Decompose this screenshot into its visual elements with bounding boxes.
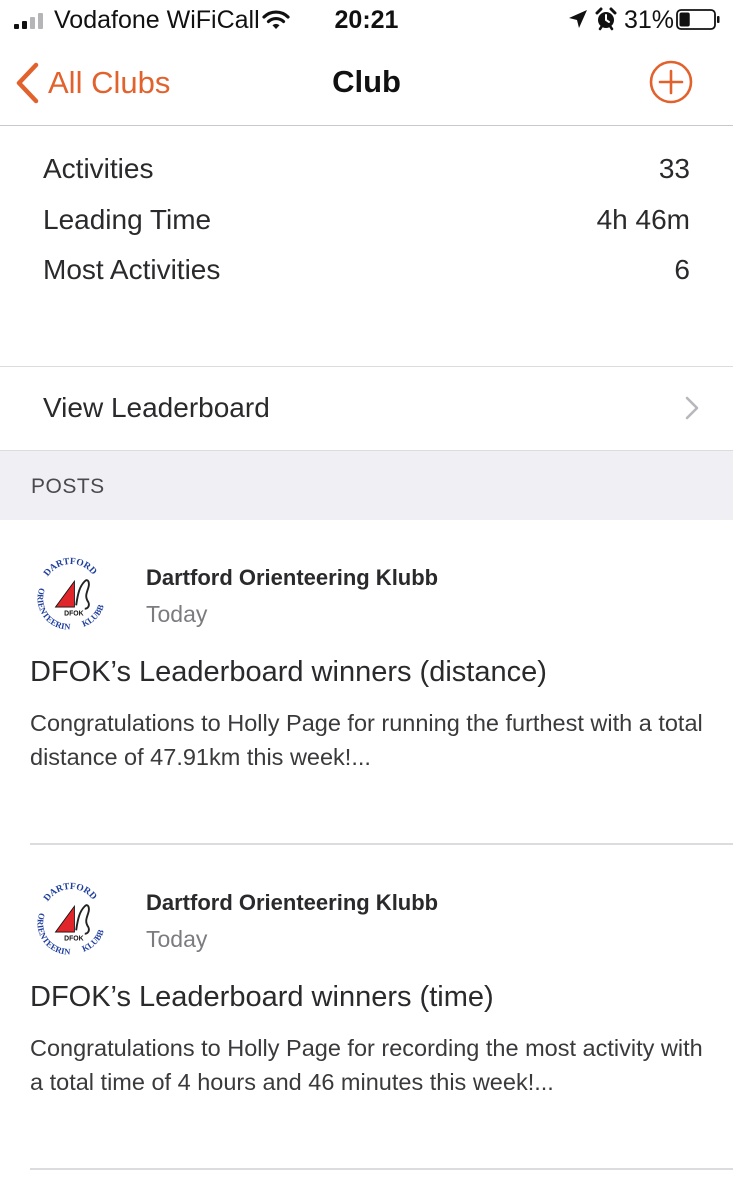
logo-horse-icon [75, 904, 90, 935]
view-leaderboard-row[interactable]: View Leaderboard [0, 367, 733, 451]
carrier-name: Vodafone WiFiCall [54, 6, 260, 34]
post-card[interactable]: DARTFORD ORIENTEERING KLUBB DFOK Dartfor… [0, 845, 733, 1168]
battery-percent: 31% [624, 6, 675, 34]
plus-circle-icon[interactable] [648, 59, 694, 105]
post-title: DFOK’s Leaderboard winners (distance) [30, 656, 547, 688]
chevron-right-icon [685, 396, 699, 420]
back-button[interactable]: All Clubs [14, 60, 170, 106]
location-arrow-icon [569, 10, 587, 28]
stat-label: Leading Time [43, 204, 212, 235]
logo-center-text: DFOK [64, 936, 84, 943]
posts-section-title: POSTS [31, 475, 105, 498]
view-leaderboard-label: View Leaderboard [43, 392, 270, 423]
post-date: Today [146, 926, 208, 952]
logo-top-text: DARTFORD [42, 557, 98, 579]
stat-value: 6 [674, 254, 690, 285]
alarm-icon [595, 7, 617, 31]
stat-row-most-activities: Most Activities 6 [43, 254, 690, 294]
club-logo: DARTFORD ORIENTEERING KLUBB DFOK [28, 877, 106, 957]
posts-section-header: POSTS [0, 451, 733, 520]
battery-fill [679, 12, 690, 27]
svg-text:KLUBB: KLUBB [80, 928, 105, 954]
wifi-icon [262, 10, 290, 29]
post-card[interactable]: DARTFORD ORIENTEERING KLUBB DFOK Dartfor… [0, 520, 733, 843]
divider [30, 1168, 733, 1170]
logo-horse-icon [75, 579, 90, 610]
stat-label: Activities [43, 153, 154, 184]
club-stats: Activities 33 Leading Time 4h 46m Most A… [0, 126, 733, 367]
back-button-label: All Clubs [48, 65, 171, 100]
stat-value: 33 [658, 153, 690, 184]
signal-icon [14, 13, 43, 29]
chevron-left-icon [16, 62, 39, 104]
post-body: Congratulations to Holly Page for runnin… [30, 710, 703, 770]
svg-text:DARTFORD: DARTFORD [42, 882, 98, 904]
post-author: Dartford Orienteering Klubb [146, 565, 439, 590]
status-bar: Vodafone WiFiCall 20:21 31% [0, 0, 733, 44]
battery-icon [676, 9, 720, 30]
stat-label: Most Activities [43, 254, 221, 285]
post-author: Dartford Orienteering Klubb [146, 890, 439, 915]
navigation-bar: All Clubs Club [0, 44, 733, 126]
logo-right-text: KLUBB [80, 928, 105, 954]
post-body: Congratulations to Holly Page for record… [30, 1035, 703, 1095]
club-logo: DARTFORD ORIENTEERING KLUBB DFOK [28, 552, 106, 632]
post-title: DFOK’s Leaderboard winners (time) [30, 981, 494, 1013]
stat-row-activities: Activities 33 [43, 153, 690, 193]
logo-top-text: DARTFORD [42, 882, 98, 904]
post-date: Today [146, 601, 208, 627]
logo-center-text: DFOK [64, 611, 84, 618]
stat-value: 4h 46m [596, 204, 690, 235]
stat-row-leading-time: Leading Time 4h 46m [43, 204, 690, 244]
svg-text:KLUBB: KLUBB [80, 603, 105, 629]
svg-text:DARTFORD: DARTFORD [42, 557, 98, 579]
logo-right-text: KLUBB [80, 603, 105, 629]
